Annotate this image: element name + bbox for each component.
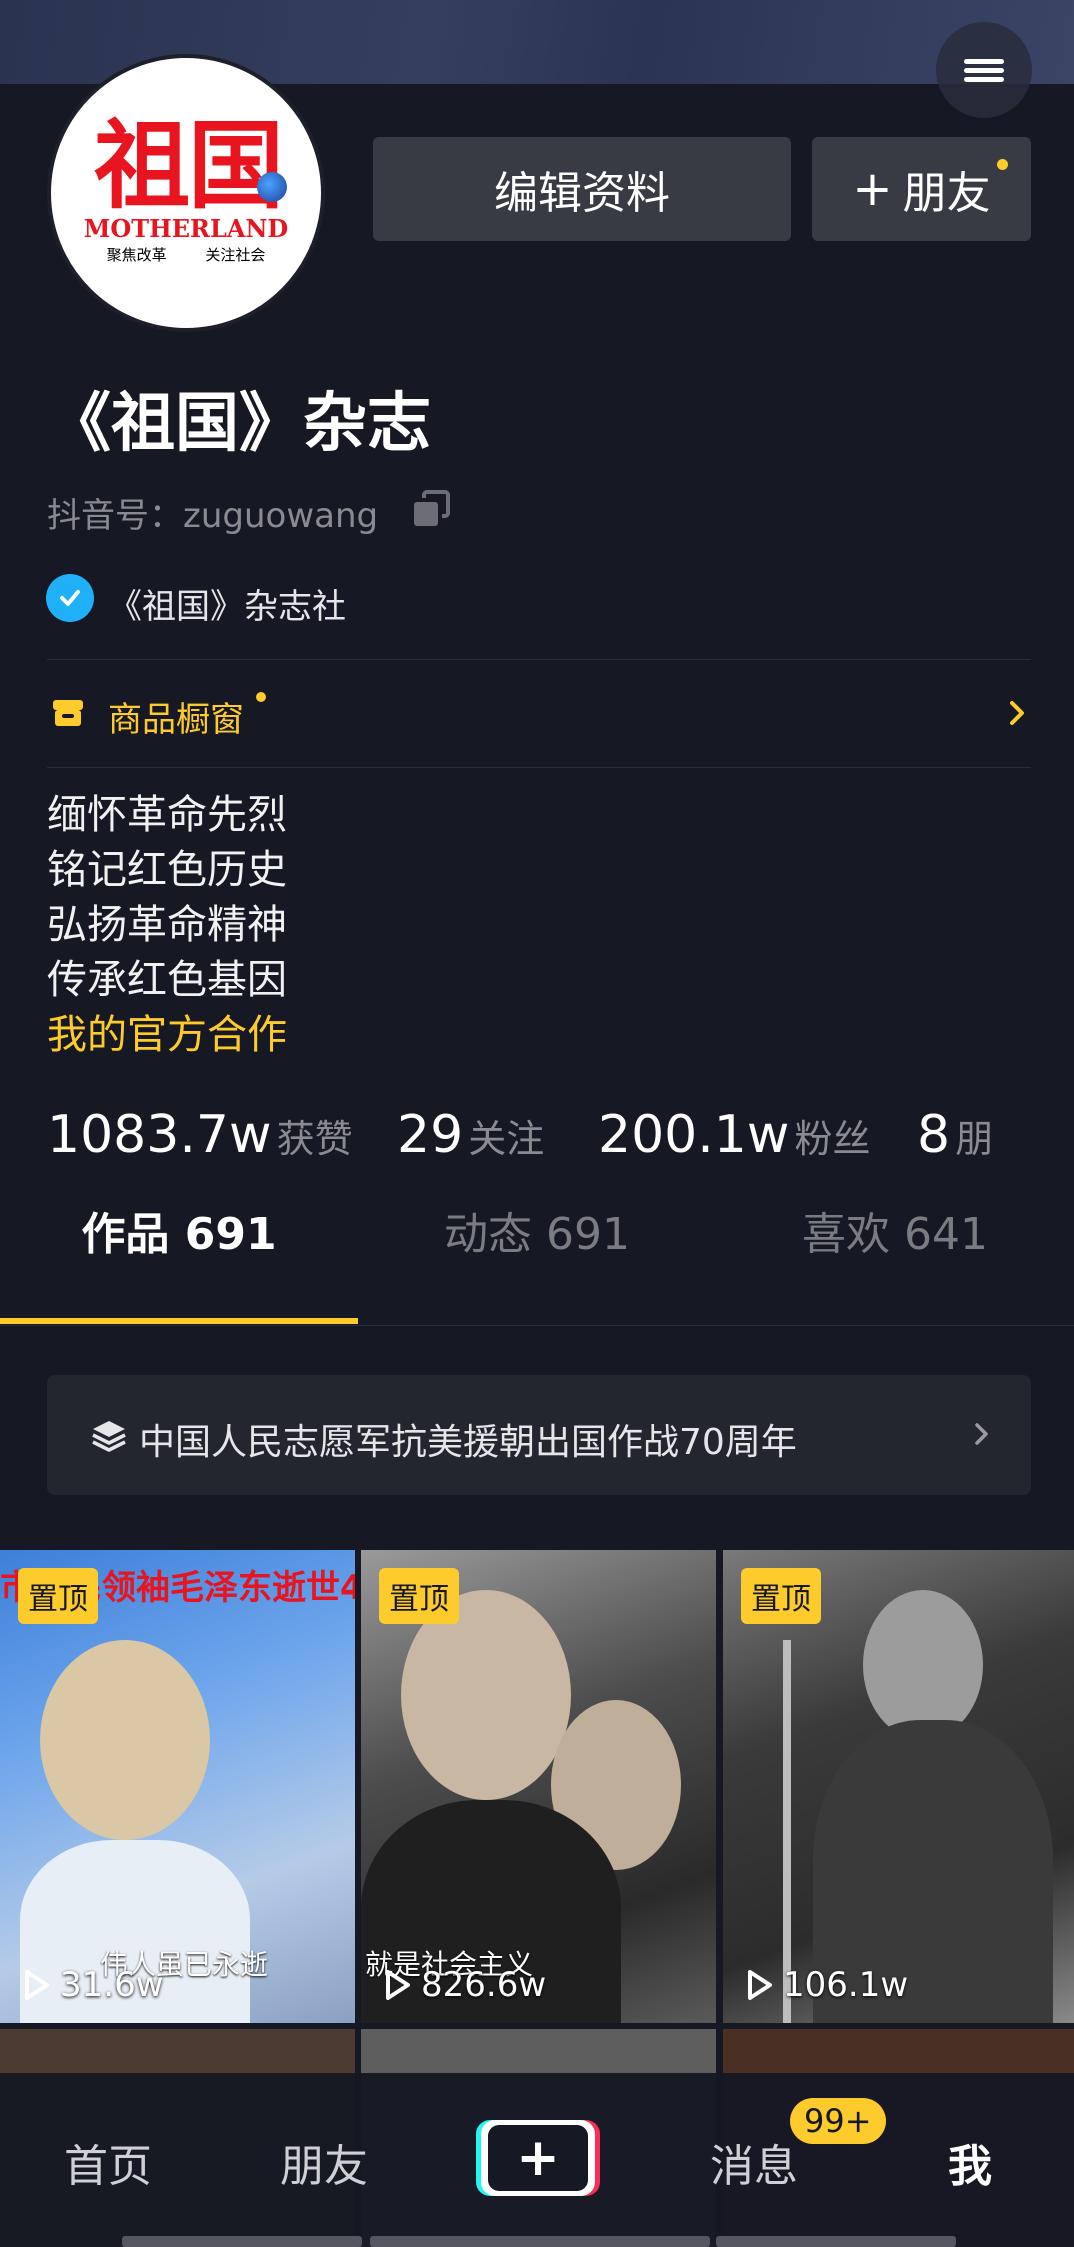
nav-friends[interactable]: 朋友 xyxy=(224,2130,424,2194)
view-count: 826.6w xyxy=(383,1965,546,2005)
add-friend-button[interactable]: + 朋友 xyxy=(812,137,1031,241)
shop-icon xyxy=(53,700,83,726)
profile-name: 《祖国》杂志 xyxy=(47,387,431,461)
bio-line: 弘扬革命精神 xyxy=(47,902,287,948)
video-thumbnail[interactable]: 置顶 就是社会主义 826.6w xyxy=(361,1550,716,2023)
notification-dot xyxy=(997,159,1008,170)
stat-label: 关注 xyxy=(468,1117,545,1161)
stat-value: 8 xyxy=(917,1105,951,1165)
stat-value: 29 xyxy=(397,1105,464,1165)
bio: 缅怀革命先烈 铭记红色历史 弘扬革命精神 传承红色基因 我的官方合作 xyxy=(47,788,287,1063)
avatar[interactable]: 祖国 MOTHERLAND 聚焦改革 关注社会 xyxy=(47,54,325,332)
play-icon xyxy=(25,1970,49,2000)
home-indicator xyxy=(122,2236,362,2247)
video-figure xyxy=(40,1640,210,1840)
official-collab-link[interactable]: 我的官方合作 xyxy=(47,1008,287,1063)
stat-value: 200.1w xyxy=(598,1105,790,1165)
bio-line: 传承红色基因 xyxy=(47,957,287,1003)
collection-title: 中国人民志愿军抗美援朝出国作战70周年 xyxy=(139,1422,797,1463)
verified-icon xyxy=(46,574,94,622)
chevron-right-icon[interactable] xyxy=(1006,696,1030,730)
pinned-badge: 置顶 xyxy=(741,1568,821,1624)
tab-activity[interactable]: 动态 691 xyxy=(358,1198,716,1262)
view-count-value: 31.6w xyxy=(60,1965,164,2005)
divider xyxy=(47,659,1031,660)
verified-label: 《祖国》杂志社 xyxy=(108,587,346,627)
create-button[interactable]: + xyxy=(481,2120,595,2196)
stat-value: 1083.7w xyxy=(47,1105,272,1165)
menu-button[interactable] xyxy=(936,22,1032,118)
view-count: 31.6w xyxy=(22,1965,164,2005)
bio-line: 缅怀革命先烈 xyxy=(47,792,287,838)
view-count-value: 826.6w xyxy=(421,1965,547,2005)
add-friend-label: 朋友 xyxy=(902,168,991,219)
douyin-id: 抖音号：zuguowang xyxy=(47,496,379,536)
divider xyxy=(0,1325,1074,1326)
bio-line: 铭记红色历史 xyxy=(47,847,287,893)
avatar-logo-tagline: 聚焦改革 关注社会 xyxy=(106,246,266,264)
edit-profile-button[interactable]: 编辑资料 xyxy=(373,137,791,241)
divider xyxy=(47,767,1031,768)
nav-me[interactable]: 我 xyxy=(870,2130,1070,2194)
video-thumbnail[interactable]: 置顶 106.1w xyxy=(723,1550,1074,2023)
home-indicator xyxy=(716,2236,956,2247)
video-figure xyxy=(863,1590,983,1740)
plus-icon: + xyxy=(488,2125,588,2191)
plus-icon: + xyxy=(852,161,893,217)
video-thumbnail[interactable]: 市人民领袖毛泽东逝世44 置顶 伟人虽已永逝 31.6w xyxy=(0,1550,355,2023)
home-indicator xyxy=(370,2236,710,2247)
tab-likes[interactable]: 喜欢 641 xyxy=(716,1198,1074,1262)
stat-friends[interactable]: 8 朋 xyxy=(917,1105,993,1165)
stat-likes[interactable]: 1083.7w 获赞 xyxy=(47,1105,353,1165)
tab-works[interactable]: 作品 691 xyxy=(0,1198,358,1262)
stat-label: 获赞 xyxy=(276,1117,353,1161)
chevron-right-icon xyxy=(975,1423,988,1445)
hamburger-icon xyxy=(964,55,1004,86)
shop-window-link[interactable]: 商品橱窗 xyxy=(108,692,244,741)
play-icon xyxy=(386,1970,410,2000)
layers-icon xyxy=(92,1421,126,1452)
play-icon xyxy=(748,1970,772,2000)
tab-indicator xyxy=(0,1318,358,1324)
stat-following[interactable]: 29 关注 xyxy=(397,1105,544,1165)
stat-label: 朋 xyxy=(955,1117,994,1161)
notification-dot xyxy=(256,692,266,702)
pinned-badge: 置顶 xyxy=(18,1568,98,1624)
view-count-value: 106.1w xyxy=(783,1965,909,2005)
globe-icon xyxy=(257,172,287,202)
edit-profile-label: 编辑资料 xyxy=(494,168,670,219)
pinned-badge: 置顶 xyxy=(379,1568,459,1624)
copy-icon[interactable] xyxy=(412,490,452,530)
avatar-logo-english: MOTHERLAND xyxy=(83,214,289,243)
stat-label: 粉丝 xyxy=(794,1117,871,1161)
stat-followers[interactable]: 200.1w 粉丝 xyxy=(598,1105,871,1165)
view-count: 106.1w xyxy=(745,1965,908,2005)
nav-home[interactable]: 首页 xyxy=(8,2130,208,2194)
